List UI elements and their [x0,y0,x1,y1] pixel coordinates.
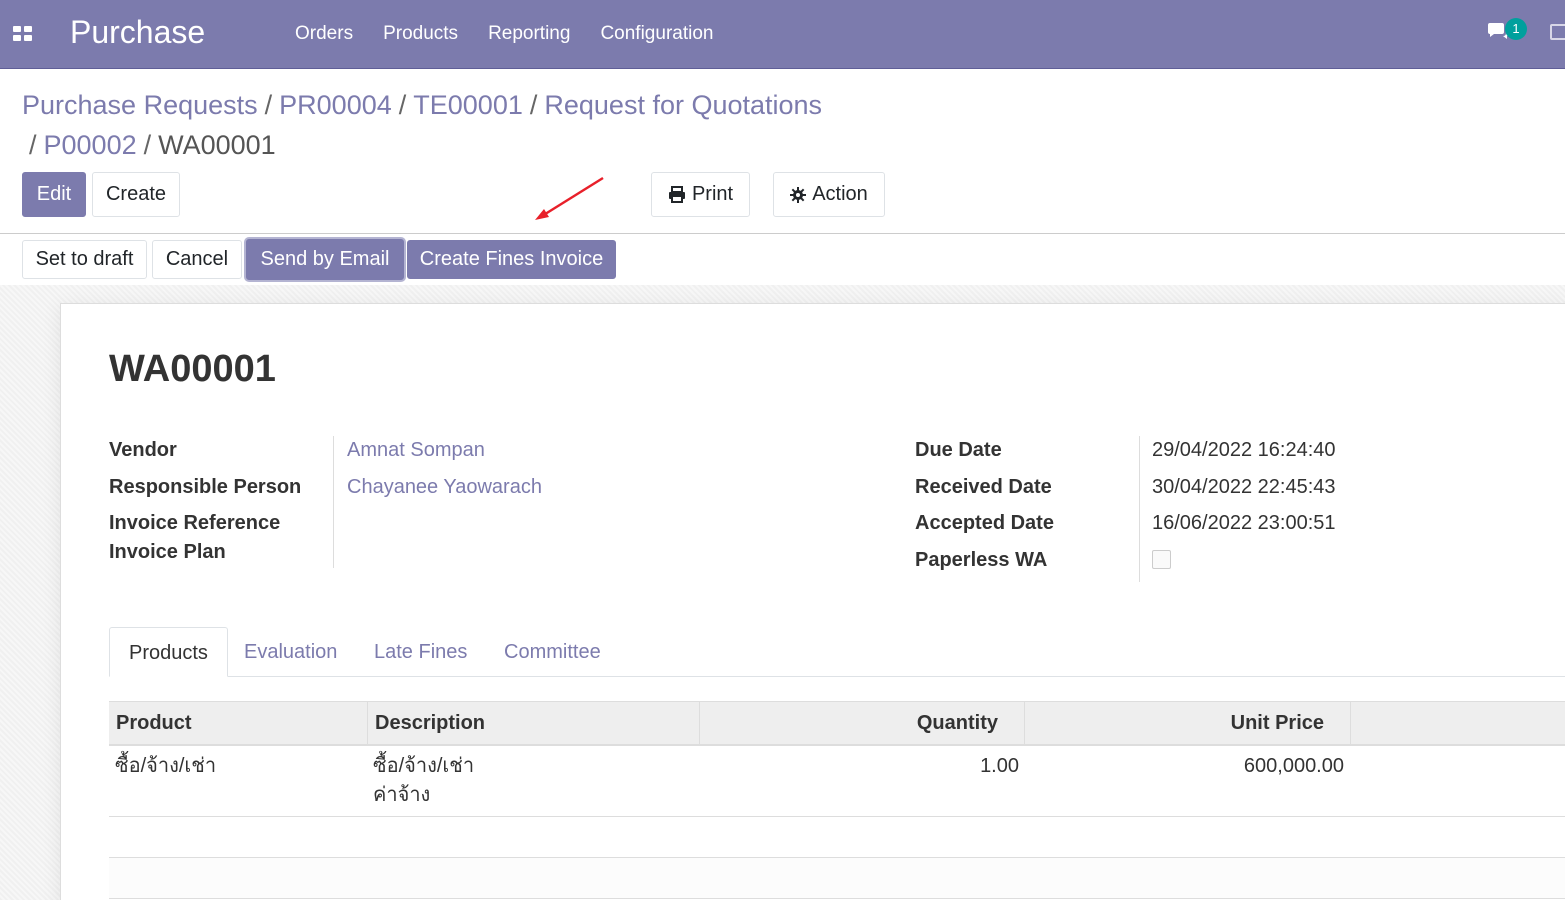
tab-late-fines[interactable]: Late Fines [355,627,486,677]
printer-icon [668,186,685,203]
breadcrumb-separator: / [143,130,152,160]
breadcrumb-item-po[interactable]: P00002 [44,130,137,160]
column-header-unit-price[interactable]: Unit Price [1025,702,1351,745]
cell-quantity: 1.00 [980,755,1019,777]
due-date-label: Due Date [915,439,1002,461]
column-header-quantity[interactable]: Quantity [700,702,1025,745]
column-header-product[interactable]: Product [109,702,368,745]
breadcrumb-separator: / [529,90,538,120]
menu-configuration[interactable]: Configuration [585,0,728,68]
due-date-value: 29/04/2022 16:24:40 [1152,439,1336,461]
record-title: WA00001 [109,348,276,390]
apps-menu-icon[interactable] [13,26,33,42]
tab-evaluation[interactable]: Evaluation [225,627,356,677]
cancel-button[interactable]: Cancel [152,240,242,279]
annotation-arrow [535,176,604,220]
row-divider [109,816,1565,817]
accepted-date-value: 16/06/2022 23:00:51 [1152,512,1336,534]
action-label: Action [812,183,868,205]
menu-orders[interactable]: Orders [280,0,368,68]
breadcrumb-item-rfq[interactable]: Request for Quotations [544,90,822,120]
tab-products[interactable]: Products [109,627,228,677]
chat-count-badge: 1 [1505,18,1527,40]
responsible-person-value[interactable]: Chayanee Yaowarach [347,476,542,499]
paperless-wa-checkbox[interactable] [1152,550,1171,569]
breadcrumb-separator: / [29,130,37,160]
print-button[interactable]: Print [651,172,750,217]
cell-description-line2: ค่าจ้าง [373,784,431,806]
activity-icon[interactable] [1550,24,1565,40]
row-divider [109,898,1565,899]
empty-row [109,858,1565,899]
table-header: Product Description Quantity Unit Price [109,701,1565,746]
gear-icon [790,186,807,203]
invoice-reference-label: Invoice Reference [109,512,281,534]
received-date-value: 30/04/2022 22:45:43 [1152,476,1336,498]
cell-description-line1: ซื้อ/จ้าง/เช่า [373,755,475,777]
breadcrumb-separator: / [398,90,407,120]
set-to-draft-button[interactable]: Set to draft [22,240,147,279]
invoice-plan-label: Invoice Plan [109,541,226,563]
received-date-label: Received Date [915,476,1052,498]
vendor-value[interactable]: Amnat Sompan [347,439,485,462]
vendor-label: Vendor [109,439,177,461]
menu-products[interactable]: Products [368,0,473,68]
control-panel-divider [0,233,1565,234]
cell-unit-price: 600,000.00 [1243,755,1344,777]
create-fines-invoice-button[interactable]: Create Fines Invoice [407,240,616,279]
breadcrumb-item-purchase-requests[interactable]: Purchase Requests [22,90,258,120]
print-label: Print [691,183,734,205]
cell-product: ซื้อ/จ้าง/เช่า [115,755,217,777]
create-button[interactable]: Create [92,172,180,217]
breadcrumb-current: WA00001 [158,130,276,160]
breadcrumb-item-pr[interactable]: PR00004 [279,90,392,120]
top-navbar: Purchase Orders Products Reporting Confi… [0,0,1565,69]
send-by-email-button[interactable]: Send by Email [246,239,404,280]
app-brand[interactable]: Purchase [70,14,205,51]
main-menu: Orders Products Reporting Configuration [280,0,728,68]
menu-reporting[interactable]: Reporting [473,0,585,68]
edit-button[interactable]: Edit [22,172,86,217]
breadcrumb-separator: / [264,90,273,120]
breadcrumb: Purchase Requests / PR00004/TE00001/Reques… [22,85,922,165]
form-sheet [60,303,1565,900]
paperless-wa-label: Paperless WA [915,549,1048,571]
action-button[interactable]: Action [773,172,885,217]
tab-committee[interactable]: Committee [485,627,620,677]
field-separator [1139,436,1140,582]
breadcrumb-item-te[interactable]: TE00001 [413,90,523,120]
field-separator [333,436,334,568]
accepted-date-label: Accepted Date [915,512,1054,534]
column-header-description[interactable]: Description [368,702,700,745]
responsible-person-label: Responsible Person [109,476,302,498]
